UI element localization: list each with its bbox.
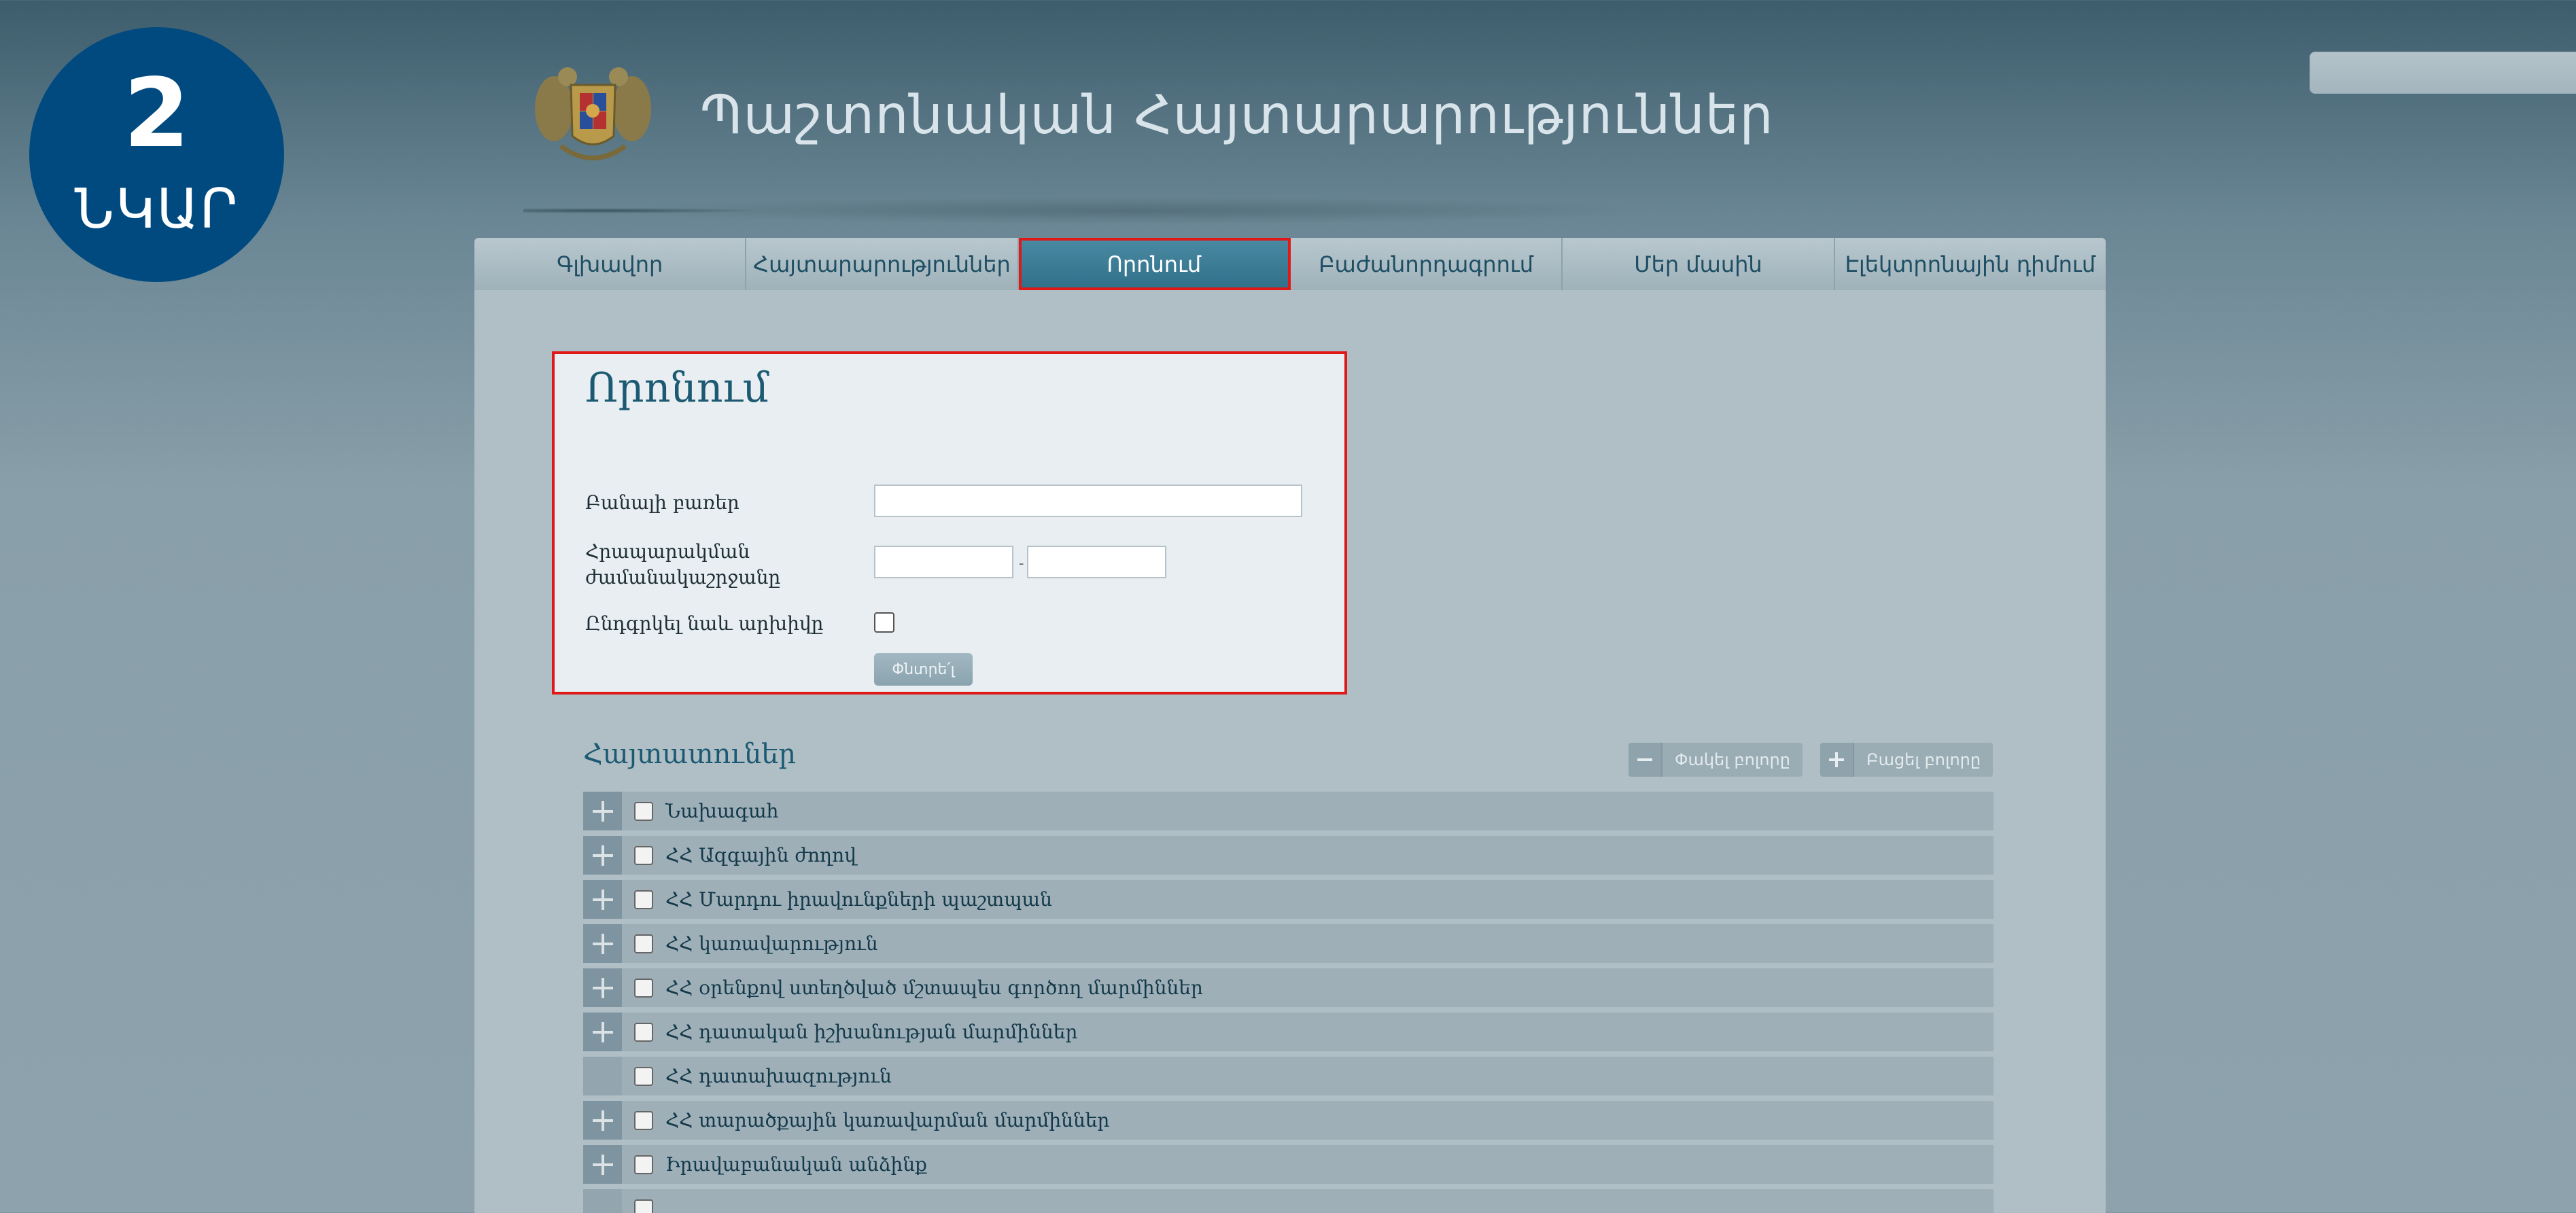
nav-e-application[interactable]: Էլեկտրոնային դիմում xyxy=(1835,238,2106,290)
nav-search[interactable]: Որոնում xyxy=(1018,238,1291,290)
list-item: ՀՀ օրենքով ստեղծված մշտապես գործող մարմի… xyxy=(583,968,1994,1007)
row-checkbox[interactable] xyxy=(634,1066,653,1086)
row-label: ՀՀ օրենքով ստեղծված մշտապես գործող մարմի… xyxy=(665,977,1203,999)
list-item: Իրավաբանական անձինք xyxy=(583,1145,1994,1184)
collapse-all-button[interactable]: Փակել բոլորը xyxy=(1629,743,1803,777)
list-item: ՀՀ տարածքային կառավարման մարմիններ xyxy=(583,1101,1994,1140)
nav-subscription[interactable]: Բաժանորդագրում xyxy=(1291,238,1563,290)
expand-row-placeholder xyxy=(583,1189,622,1213)
expand-row-button[interactable] xyxy=(583,1013,622,1051)
row-checkbox[interactable] xyxy=(634,1110,653,1130)
figure-badge: 2 ՆԿԱՐ xyxy=(29,27,284,282)
row-checkbox[interactable] xyxy=(634,1022,653,1042)
expand-row-button[interactable] xyxy=(583,1145,622,1184)
site-title: Պաշտոնական Հայտարարություններ xyxy=(700,85,1774,146)
site-search xyxy=(2310,52,2576,94)
row-label: Նախագահ xyxy=(665,800,779,822)
coat-of-arms-icon[interactable] xyxy=(534,58,652,173)
list-item: ՀՀ դատական իշխանության մարմիններ xyxy=(583,1013,1994,1051)
expand-row-button[interactable] xyxy=(583,880,622,919)
list-item: ՀՀ կառավարություն xyxy=(583,924,1994,963)
list-item: ՀՀ դատախազություն xyxy=(583,1057,1994,1095)
period-label-line1: Հրապարակման xyxy=(585,540,750,563)
row-checkbox[interactable] xyxy=(634,1155,653,1174)
include-archive-label: Ընդգրկել նաև արխիվը xyxy=(585,612,824,635)
organizations-title: Հայտատուներ xyxy=(583,739,797,770)
expand-row-placeholder xyxy=(583,1057,622,1095)
plus-icon xyxy=(592,1154,613,1175)
row-checkbox[interactable] xyxy=(634,1199,653,1213)
include-archive-checkbox[interactable] xyxy=(874,612,894,633)
expand-row-button[interactable] xyxy=(583,1101,622,1140)
row-label: ՀՀ դատախազություն xyxy=(665,1065,892,1087)
row-label: ՀՀ դատական իշխանության մարմիններ xyxy=(665,1021,1078,1043)
expand-row-button[interactable] xyxy=(583,968,622,1007)
figure-number: 2 xyxy=(123,58,190,169)
list-item: ՀՀ Մարդու իրավունքների պաշտպան xyxy=(583,880,1994,919)
main-nav: Գլխավոր Հայտարարություններ Որոնում Բաժան… xyxy=(474,238,2106,290)
main-content: Որոնում Բանալի բառեր Հրապարակման ժամանակ… xyxy=(474,290,2106,1213)
plus-icon xyxy=(592,977,613,998)
plus-icon xyxy=(592,1021,613,1042)
nav-about[interactable]: Մեր մասին xyxy=(1563,238,1835,290)
row-checkbox[interactable] xyxy=(634,801,653,821)
minus-icon xyxy=(1629,743,1663,777)
organizations-tree: Նախագահ ՀՀ Ազգային ժողով ՀՀ Մարդու իրավո… xyxy=(583,792,1994,1213)
site-header: Պաշտոնական Հայտարարություններ xyxy=(476,0,2576,238)
row-checkbox[interactable] xyxy=(634,978,653,998)
row-checkbox[interactable] xyxy=(634,845,653,865)
expand-all-label: Բացել բոլորը xyxy=(1866,750,1981,769)
search-submit-button[interactable]: Փնտրե՛լ xyxy=(874,653,973,686)
plus-icon xyxy=(592,1110,613,1131)
expand-row-button[interactable] xyxy=(583,924,622,963)
expand-row-button[interactable] xyxy=(583,836,622,875)
search-form-panel: Որոնում Բանալի բառեր Հրապարակման ժամանակ… xyxy=(552,351,1347,695)
expand-row-button[interactable] xyxy=(583,792,622,830)
expand-all-button[interactable]: Բացել բոլորը xyxy=(1820,743,1994,777)
date-to-input[interactable] xyxy=(1027,546,1166,578)
plus-icon xyxy=(1820,743,1854,777)
row-label: Իրավաբանական անձինք xyxy=(665,1153,927,1176)
search-form-title: Որոնում xyxy=(585,364,769,412)
site-search-input[interactable] xyxy=(2310,52,2576,93)
row-label: ՀՀ Մարդու իրավունքների պաշտպան xyxy=(665,888,1052,911)
list-item xyxy=(583,1189,1994,1213)
row-checkbox[interactable] xyxy=(634,890,653,909)
plus-icon xyxy=(592,933,613,954)
date-separator: - xyxy=(1019,555,1024,572)
plus-icon xyxy=(592,801,613,822)
collapse-all-label: Փակել բոլորը xyxy=(1675,750,1790,769)
header-shadow xyxy=(523,187,2053,234)
list-item: Նախագահ xyxy=(583,792,1994,830)
nav-home[interactable]: Գլխավոր xyxy=(474,238,747,290)
figure-word: ՆԿԱՐ xyxy=(74,177,239,241)
date-from-input[interactable] xyxy=(874,546,1013,578)
list-item: ՀՀ Ազգային ժողով xyxy=(583,836,1994,875)
keywords-input[interactable] xyxy=(874,485,1302,517)
plus-icon xyxy=(592,845,613,866)
period-label-line2: ժամանակաշրջանը xyxy=(585,566,781,588)
keywords-label: Բանալի բառեր xyxy=(585,491,739,514)
row-label: ՀՀ կառավարություն xyxy=(665,932,878,955)
row-label: ՀՀ Ազգային ժողով xyxy=(665,844,856,866)
nav-announcements[interactable]: Հայտարարություններ xyxy=(746,238,1019,290)
row-checkbox[interactable] xyxy=(634,934,653,953)
plus-icon xyxy=(592,889,613,910)
row-label: ՀՀ տարածքային կառավարման մարմիններ xyxy=(665,1109,1110,1131)
